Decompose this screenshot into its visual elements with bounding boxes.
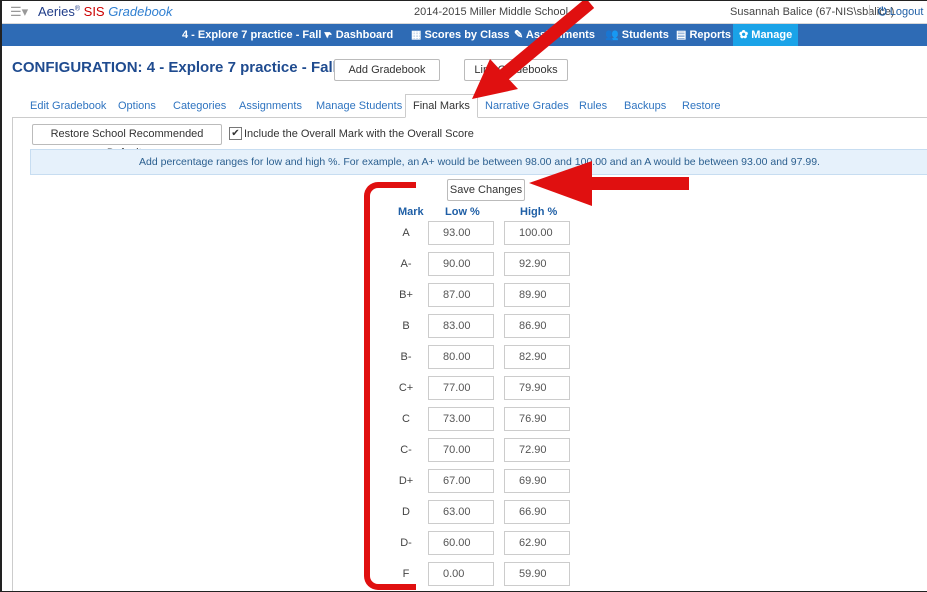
- high-percent-input[interactable]: 76.90: [504, 407, 570, 431]
- restore-defaults-button[interactable]: Restore School Recommended Defaults: [32, 124, 222, 159]
- logout-label: Logout: [889, 6, 924, 18]
- tab-edit-gradebook[interactable]: Edit Gradebook: [30, 95, 106, 117]
- app-frame: ☰▾ Aeries® SIS Gradebook 2014-2015 Mille…: [0, 0, 927, 592]
- tab-rules[interactable]: Rules: [579, 95, 607, 117]
- high-percent-input[interactable]: 69.90: [504, 469, 570, 493]
- hamburger-menu-icon[interactable]: ☰▾: [10, 4, 28, 20]
- nav-scores-label: Scores by Class: [424, 29, 510, 41]
- low-percent-input[interactable]: 83.00: [428, 314, 494, 338]
- tab-final-marks[interactable]: Final Marks: [405, 94, 478, 118]
- nav-dashboard[interactable]: ◔ Dashboard: [326, 24, 393, 46]
- tab-assignments[interactable]: Assignments: [239, 95, 302, 117]
- students-icon: 👥: [605, 29, 619, 41]
- low-percent-input[interactable]: 63.00: [428, 500, 494, 524]
- low-percent-input[interactable]: 73.00: [428, 407, 494, 431]
- tab-options[interactable]: Options: [118, 95, 156, 117]
- low-percent-input[interactable]: 0.00: [428, 562, 494, 586]
- document-icon: ▤: [676, 29, 687, 41]
- nav-scores-by-class[interactable]: ▦ Scores by Class: [411, 24, 509, 46]
- school-year-label: 2014-2015 Miller Middle School: [414, 6, 569, 18]
- main-nav: 4 - Explore 7 practice - Fall ▾ ◔ Dashbo…: [2, 24, 927, 46]
- nav-students[interactable]: 👥 Students: [605, 24, 669, 46]
- divider: |: [868, 4, 871, 16]
- low-percent-input[interactable]: 80.00: [428, 345, 494, 369]
- app-logo[interactable]: Aeries® SIS Gradebook: [38, 4, 173, 19]
- logo-gradebook-text: Gradebook: [108, 4, 173, 19]
- gradebook-select[interactable]: 4 - Explore 7 practice - Fall ▾: [182, 24, 330, 46]
- tab-manage-students[interactable]: Manage Students: [316, 95, 402, 117]
- save-changes-button[interactable]: Save Changes: [447, 179, 525, 201]
- low-percent-input[interactable]: 60.00: [428, 531, 494, 555]
- high-percent-input[interactable]: 92.90: [504, 252, 570, 276]
- high-percent-input[interactable]: 86.90: [504, 314, 570, 338]
- logo-sis-text: SIS: [80, 4, 109, 19]
- nav-manage[interactable]: ✿ Manage: [733, 24, 799, 46]
- nav-reports[interactable]: ▤ Reports: [676, 24, 731, 46]
- config-tabs: Edit Gradebook Options Categories Assign…: [12, 94, 927, 118]
- include-overall-checkbox[interactable]: ✔: [229, 127, 242, 140]
- tab-narrative-grades[interactable]: Narrative Grades: [485, 95, 569, 117]
- high-column-header: High %: [520, 206, 558, 218]
- nav-students-label: Students: [621, 29, 669, 41]
- logout-link[interactable]: ⏻ Logout: [878, 6, 923, 19]
- add-gradebook-button[interactable]: Add Gradebook: [334, 59, 440, 81]
- page-title: CONFIGURATION: 4 - Explore 7 practice - …: [12, 59, 337, 76]
- dashboard-icon: ◔: [326, 29, 333, 41]
- nav-dashboard-label: Dashboard: [335, 29, 394, 41]
- logo-aeries-text: Aeries: [38, 4, 75, 19]
- tab-backups[interactable]: Backups: [624, 95, 666, 117]
- tab-restore[interactable]: Restore: [682, 95, 721, 117]
- nav-assignments-label: Assignments: [525, 29, 595, 41]
- gear-icon: ✿: [739, 29, 749, 41]
- high-percent-input[interactable]: 79.90: [504, 376, 570, 400]
- grid-icon: ▦: [411, 29, 422, 41]
- low-percent-input[interactable]: 77.00: [428, 376, 494, 400]
- high-percent-input[interactable]: 72.90: [504, 438, 570, 462]
- nav-assignments[interactable]: ✎ Assignments: [514, 24, 595, 46]
- include-overall-label: Include the Overall Mark with the Overal…: [244, 128, 474, 140]
- low-percent-input[interactable]: 67.00: [428, 469, 494, 493]
- low-percent-input[interactable]: 87.00: [428, 283, 494, 307]
- red-bracket-annotation: [364, 182, 416, 590]
- high-percent-input[interactable]: 82.90: [504, 345, 570, 369]
- high-percent-input[interactable]: 100.00: [504, 221, 570, 245]
- high-percent-input[interactable]: 59.90: [504, 562, 570, 586]
- low-percent-input[interactable]: 93.00: [428, 221, 494, 245]
- link-gradebooks-button[interactable]: Link Gradebooks: [464, 59, 568, 81]
- low-percent-input[interactable]: 70.00: [428, 438, 494, 462]
- info-banner: Add percentage ranges for low and high %…: [30, 149, 927, 175]
- low-percent-input[interactable]: 90.00: [428, 252, 494, 276]
- edit-icon: ✎: [514, 29, 524, 41]
- tab-categories[interactable]: Categories: [173, 95, 226, 117]
- top-bar: ☰▾ Aeries® SIS Gradebook 2014-2015 Mille…: [2, 1, 927, 24]
- nav-manage-label: Manage: [751, 29, 793, 41]
- high-percent-input[interactable]: 66.90: [504, 500, 570, 524]
- nav-reports-label: Reports: [689, 29, 732, 41]
- checkmark-icon: ✔: [231, 128, 240, 139]
- high-percent-input[interactable]: 62.90: [504, 531, 570, 555]
- low-column-header: Low %: [445, 206, 480, 218]
- high-percent-input[interactable]: 89.90: [504, 283, 570, 307]
